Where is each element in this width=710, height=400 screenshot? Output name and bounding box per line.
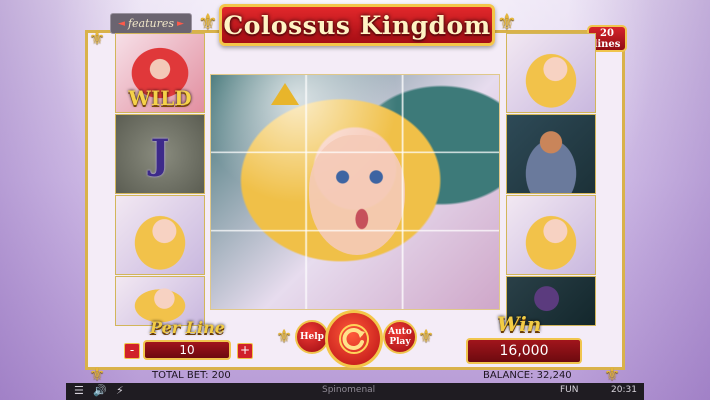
j-symbol: J	[115, 114, 205, 194]
game-title: Colossus Kingdom	[223, 10, 491, 40]
sound-icon[interactable]: 🔊	[93, 384, 107, 397]
reel-grid-lines	[211, 75, 499, 309]
clock: 20:31	[611, 385, 637, 395]
brand-name: Spinomenal	[322, 385, 376, 395]
warrior-symbol	[506, 114, 596, 194]
fleur-help-icon: ⚜	[276, 326, 293, 347]
menu-icon[interactable]: ☰	[74, 384, 84, 397]
j-letter: J	[150, 130, 170, 178]
per-line-label: Per Line	[150, 318, 225, 337]
turbo-icon[interactable]: ⚡	[116, 384, 124, 397]
help-label: Help	[300, 332, 324, 342]
per-line-decrease-button[interactable]: -	[124, 343, 140, 359]
wild-wizard-symbol: WILD	[115, 33, 205, 113]
mega-princess-symbol	[210, 74, 500, 310]
fleur-right-icon: ⚜	[497, 10, 517, 35]
per-line-increase-button[interactable]: +	[237, 343, 253, 359]
princess-symbol	[115, 195, 205, 275]
features-button[interactable]: ◄ features ►	[110, 13, 192, 34]
balance: BALANCE: 32,240	[483, 370, 572, 381]
fleur-left-icon: ⚜	[198, 10, 218, 35]
fleur-autoplay-icon: ⚜	[418, 326, 435, 347]
autoplay-button[interactable]: Auto Play	[383, 320, 417, 354]
title-banner: Colossus Kingdom	[219, 4, 495, 46]
help-button[interactable]: Help	[295, 320, 329, 354]
features-label: features	[127, 17, 175, 30]
wild-label: WILD	[128, 86, 192, 110]
features-arrow-right-icon: ►	[177, 18, 184, 29]
mode-label: FUN	[560, 385, 579, 395]
win-value: 16,000	[466, 338, 582, 364]
autoplay-label: Auto Play	[388, 327, 412, 347]
spin-arrow-icon	[339, 324, 369, 354]
total-bet: TOTAL BET: 200	[152, 370, 231, 381]
system-bar: ☰ 🔊 ⚡ Spinomenal FUN 20:31	[66, 383, 644, 400]
features-arrow-icon: ◄	[118, 18, 125, 29]
win-label: Win	[497, 312, 542, 336]
fleur-corner-tl-icon: ⚜	[89, 28, 106, 49]
princess-symbol	[506, 33, 596, 113]
spin-button[interactable]	[325, 310, 383, 368]
per-line-value: 10	[143, 340, 231, 360]
princess-symbol	[506, 195, 596, 275]
